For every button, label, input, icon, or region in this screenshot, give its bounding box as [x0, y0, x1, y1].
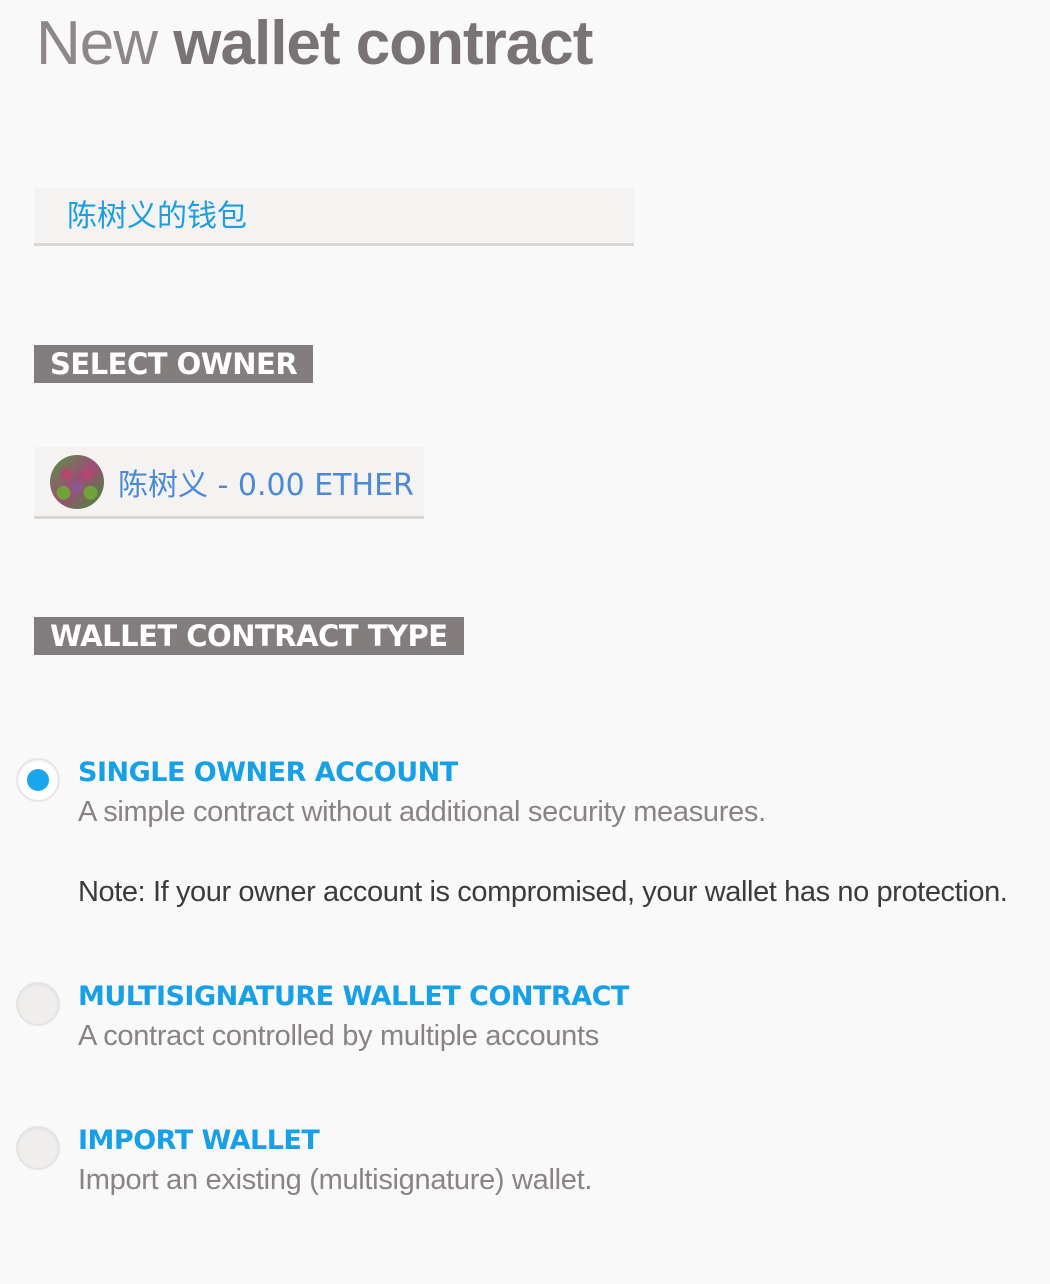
select-owner-label: SELECT OWNER [34, 345, 314, 383]
owner-identicon-icon [50, 454, 104, 509]
single-owner-note: Note: If your owner account is compromis… [78, 876, 1008, 908]
multisig-description: A contract controlled by multiple accoun… [78, 1020, 599, 1052]
page-title-light: New [36, 9, 174, 78]
multisig-radio[interactable] [16, 982, 60, 1026]
multisig-title[interactable]: MULTISIGNATURE WALLET CONTRACT [78, 980, 629, 1014]
single-owner-title[interactable]: SINGLE OWNER ACCOUNT [78, 756, 458, 790]
owner-select-value: 陈树义 - 0.00 ETHER [118, 467, 414, 503]
import-wallet-description: Import an existing (multisignature) wall… [78, 1164, 593, 1196]
import-wallet-radio[interactable] [16, 1126, 60, 1170]
single-owner-description: A simple contract without additional sec… [78, 796, 766, 828]
page-title-bold: wallet contract [173, 9, 593, 78]
wallet-contract-type-label: WALLET CONTRACT TYPE [34, 617, 464, 655]
single-owner-radio[interactable] [16, 758, 60, 802]
import-wallet-title[interactable]: IMPORT WALLET [78, 1124, 320, 1158]
page-title: New wallet contract [36, 6, 593, 82]
owner-select[interactable]: 陈树义 - 0.00 ETHER [34, 447, 424, 519]
wallet-name-input[interactable]: 陈树义的钱包 [34, 188, 634, 246]
